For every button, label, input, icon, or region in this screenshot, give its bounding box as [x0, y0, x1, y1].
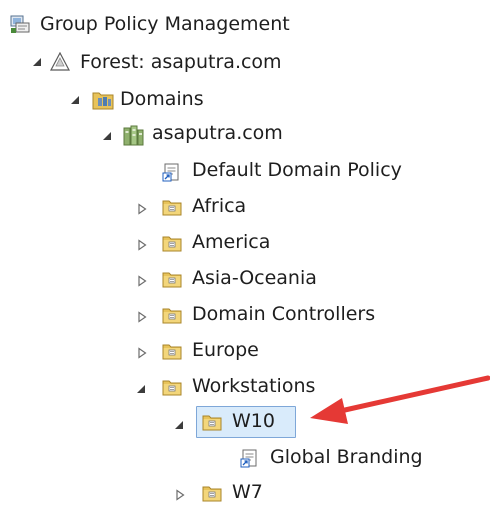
tree-node-label: W10: [232, 410, 275, 432]
collapsed-arrow-icon[interactable]: [136, 203, 148, 215]
domain-icon: [122, 125, 144, 146]
ou-folder-icon: [202, 483, 222, 503]
forest-icon: [50, 52, 70, 72]
collapsed-arrow-icon[interactable]: [136, 347, 148, 359]
tree-node-label: Global Branding: [270, 446, 423, 468]
annotation-arrow-icon: [310, 375, 490, 424]
expand-arrow-icon[interactable]: [70, 94, 82, 106]
gpm-console-icon: [10, 14, 30, 34]
ou-folder-icon: [162, 341, 182, 361]
tree-node-label: America: [192, 231, 271, 253]
collapsed-arrow-icon[interactable]: [136, 239, 148, 251]
ou-folder-icon: [162, 305, 182, 325]
gpo-link-icon: [162, 162, 182, 182]
tree-node-label: Africa: [192, 195, 247, 217]
expand-arrow-icon[interactable]: [136, 383, 148, 395]
tree-node-label: Group Policy Management: [40, 13, 290, 35]
expand-arrow-icon[interactable]: [174, 419, 186, 431]
tree-node-label: W7: [232, 481, 263, 503]
tree-node-label: Forest: asaputra.com: [80, 51, 282, 73]
ou-folder-icon: [162, 269, 182, 289]
tree-node-label: asaputra.com: [152, 122, 283, 144]
tree-node-label: Europe: [192, 339, 259, 361]
tree-node-label: Asia-Oceania: [192, 267, 317, 289]
collapsed-arrow-icon[interactable]: [174, 489, 186, 501]
tree-node-label: Workstations: [192, 375, 316, 397]
tree-node-label: Domain Controllers: [192, 303, 376, 325]
collapsed-arrow-icon[interactable]: [136, 311, 148, 323]
expand-arrow-icon[interactable]: [32, 56, 44, 68]
tree-node-label: Domains: [120, 88, 204, 110]
ou-folder-icon: [202, 412, 222, 432]
ou-folder-icon: [162, 197, 182, 217]
tree-node-label: Default Domain Policy: [192, 159, 402, 181]
gpo-link-icon: [240, 448, 260, 468]
domains-folder-icon: [92, 89, 114, 110]
collapsed-arrow-icon[interactable]: [136, 275, 148, 287]
ou-folder-icon: [162, 377, 182, 397]
ou-folder-icon: [162, 233, 182, 253]
expand-arrow-icon[interactable]: [102, 130, 114, 142]
